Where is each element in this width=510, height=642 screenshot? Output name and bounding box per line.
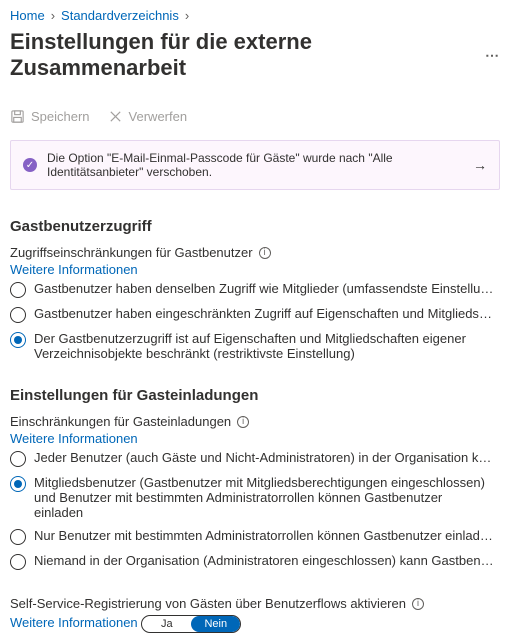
invite-option-3[interactable]: Niemand in der Organisation (Administrat… <box>10 553 500 570</box>
info-banner[interactable]: ✓ Die Option "E-Mail-Einmal-Passcode für… <box>10 140 500 190</box>
close-icon <box>108 109 123 124</box>
toolbar: Speichern Verwerfen <box>10 103 500 134</box>
radio-icon <box>10 282 26 298</box>
save-button-label: Speichern <box>31 109 90 124</box>
self-service-label-text: Self-Service-Registrierung von Gästen üb… <box>10 596 406 611</box>
learn-more-link-invite[interactable]: Weitere Informationen <box>10 431 138 446</box>
radio-icon-checked <box>10 332 26 348</box>
self-service-label: Self-Service-Registrierung von Gästen üb… <box>10 596 500 611</box>
guest-access-sublabel: Zugriffseinschränkungen für Gastbenutzer… <box>10 245 500 260</box>
more-icon[interactable]: ⋯ <box>485 47 500 64</box>
section-heading-guest-access: Gastbenutzerzugriff <box>10 218 500 235</box>
guest-access-sublabel-text: Zugriffseinschränkungen für Gastbenutzer <box>10 245 253 260</box>
radio-label: Nur Benutzer mit bestimmten Administrato… <box>34 528 494 543</box>
page-title: Einstellungen für die externe Zusammenar… <box>10 29 500 81</box>
guest-access-radio-group: Gastbenutzer haben denselben Zugriff wie… <box>10 281 500 361</box>
self-service-toggle[interactable]: Ja Nein <box>141 615 241 633</box>
learn-more-link-self-service[interactable]: Weitere Informationen <box>10 615 138 630</box>
radio-icon <box>10 554 26 570</box>
arrow-right-icon: → <box>473 157 487 173</box>
info-banner-text: Die Option "E-Mail-Einmal-Passcode für G… <box>47 151 463 179</box>
info-icon[interactable]: i <box>259 247 271 259</box>
radio-icon <box>10 451 26 467</box>
info-icon[interactable]: i <box>237 416 249 428</box>
info-icon[interactable]: i <box>412 598 424 610</box>
radio-label: Der Gastbenutzerzugriff ist auf Eigensch… <box>34 331 494 361</box>
toggle-yes[interactable]: Ja <box>142 616 191 632</box>
radio-label: Mitgliedsbenutzer (Gastbenutzer mit Mitg… <box>34 475 494 520</box>
guest-access-option-2[interactable]: Der Gastbenutzerzugriff ist auf Eigensch… <box>10 331 500 361</box>
invite-restrictions-sublabel-text: Einschränkungen für Gasteinladungen <box>10 414 231 429</box>
radio-label: Gastbenutzer haben denselben Zugriff wie… <box>34 281 494 296</box>
save-icon <box>10 109 25 124</box>
invite-restrictions-sublabel: Einschränkungen für Gasteinladungen i <box>10 414 500 429</box>
radio-icon-checked <box>10 476 26 492</box>
discard-button-label: Verwerfen <box>129 109 188 124</box>
save-button[interactable]: Speichern <box>10 109 90 124</box>
chevron-right-icon: › <box>51 8 55 23</box>
radio-icon <box>10 529 26 545</box>
toggle-no[interactable]: Nein <box>191 616 240 632</box>
breadcrumb-home[interactable]: Home <box>10 8 45 23</box>
discard-button[interactable]: Verwerfen <box>108 109 188 124</box>
page-title-text: Einstellungen für die externe Zusammenar… <box>10 29 475 81</box>
guest-access-option-0[interactable]: Gastbenutzer haben denselben Zugriff wie… <box>10 281 500 298</box>
invite-radio-group: Jeder Benutzer (auch Gäste und Nicht-Adm… <box>10 450 500 570</box>
breadcrumb-directory[interactable]: Standardverzeichnis <box>61 8 179 23</box>
invite-option-1[interactable]: Mitgliedsbenutzer (Gastbenutzer mit Mitg… <box>10 475 500 520</box>
chevron-right-icon: › <box>185 8 189 23</box>
radio-icon <box>10 307 26 323</box>
section-heading-invite-settings: Einstellungen für Gasteinladungen <box>10 387 500 404</box>
radio-label: Niemand in der Organisation (Administrat… <box>34 553 494 568</box>
invite-option-0[interactable]: Jeder Benutzer (auch Gäste und Nicht-Adm… <box>10 450 500 467</box>
guest-access-option-1[interactable]: Gastbenutzer haben eingeschränkten Zugri… <box>10 306 500 323</box>
radio-label: Gastbenutzer haben eingeschränkten Zugri… <box>34 306 494 321</box>
invite-option-2[interactable]: Nur Benutzer mit bestimmten Administrato… <box>10 528 500 545</box>
breadcrumb: Home › Standardverzeichnis › <box>10 8 500 23</box>
learn-more-link-guest-access[interactable]: Weitere Informationen <box>10 262 138 277</box>
radio-label: Jeder Benutzer (auch Gäste und Nicht-Adm… <box>34 450 494 465</box>
info-bullet-icon: ✓ <box>23 158 37 172</box>
